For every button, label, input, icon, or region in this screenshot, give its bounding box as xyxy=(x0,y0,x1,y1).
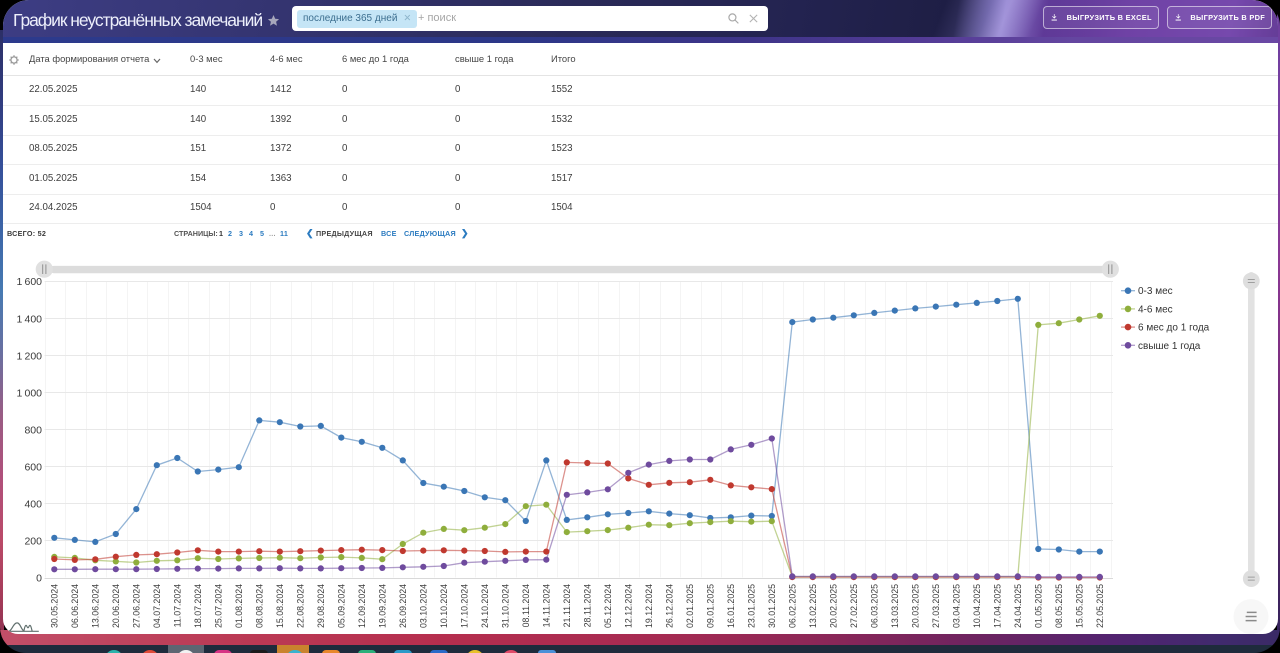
svg-text:4-6 мес: 4-6 мес xyxy=(1138,304,1173,315)
svg-text:24.04.2025: 24.04.2025 xyxy=(1013,584,1023,628)
svg-text:0: 0 xyxy=(36,573,42,585)
svg-text:06.02.2025: 06.02.2025 xyxy=(788,584,798,628)
svg-text:11.07.2024: 11.07.2024 xyxy=(173,584,183,627)
svg-text:30.01.2025: 30.01.2025 xyxy=(767,584,777,628)
svg-text:05.09.2024: 05.09.2024 xyxy=(337,584,347,628)
svg-text:600: 600 xyxy=(24,462,42,474)
svg-text:30.05.2024: 30.05.2024 xyxy=(50,584,60,628)
svg-text:02.01.2025: 02.01.2025 xyxy=(685,584,695,628)
svg-text:200: 200 xyxy=(24,536,42,548)
svg-text:22.05.2025: 22.05.2025 xyxy=(1095,584,1105,628)
svg-text:1 000: 1 000 xyxy=(17,387,43,399)
svg-text:08.08.2024: 08.08.2024 xyxy=(255,584,265,628)
svg-text:12.12.2024: 12.12.2024 xyxy=(624,584,634,628)
svg-text:27.06.2024: 27.06.2024 xyxy=(132,584,142,628)
svg-text:20.06.2024: 20.06.2024 xyxy=(111,584,121,628)
svg-text:22.08.2024: 22.08.2024 xyxy=(296,584,306,628)
svg-text:01.05.2025: 01.05.2025 xyxy=(1034,584,1044,628)
svg-text:21.11.2024: 21.11.2024 xyxy=(562,584,572,627)
svg-text:13.03.2025: 13.03.2025 xyxy=(890,584,900,628)
svg-text:15.05.2025: 15.05.2025 xyxy=(1075,584,1085,628)
svg-text:0-3 мес: 0-3 мес xyxy=(1138,286,1173,297)
svg-text:10.10.2024: 10.10.2024 xyxy=(439,584,449,628)
svg-text:28.11.2024: 28.11.2024 xyxy=(583,584,593,627)
svg-text:20.02.2025: 20.02.2025 xyxy=(829,584,839,628)
svg-text:08.05.2025: 08.05.2025 xyxy=(1054,584,1064,628)
svg-text:19.12.2024: 19.12.2024 xyxy=(644,584,654,628)
svg-text:01.08.2024: 01.08.2024 xyxy=(234,584,244,628)
svg-text:12.09.2024: 12.09.2024 xyxy=(357,584,367,628)
svg-text:16.01.2025: 16.01.2025 xyxy=(726,584,736,628)
svg-text:400: 400 xyxy=(24,499,42,511)
svg-text:27.03.2025: 27.03.2025 xyxy=(931,584,941,628)
svg-text:15.08.2024: 15.08.2024 xyxy=(275,584,285,628)
svg-text:26.09.2024: 26.09.2024 xyxy=(398,584,408,628)
svg-text:26.12.2024: 26.12.2024 xyxy=(665,584,675,628)
svg-text:800: 800 xyxy=(24,424,42,436)
svg-text:27.02.2025: 27.02.2025 xyxy=(849,584,859,628)
svg-text:24.10.2024: 24.10.2024 xyxy=(480,584,490,628)
svg-text:10.04.2025: 10.04.2025 xyxy=(972,584,982,628)
svg-text:08.11.2024: 08.11.2024 xyxy=(521,584,531,627)
svg-text:06.06.2024: 06.06.2024 xyxy=(70,584,80,628)
svg-text:13.02.2025: 13.02.2025 xyxy=(808,584,818,628)
svg-text:1 600: 1 600 xyxy=(17,276,43,288)
svg-text:6 мес до 1 года: 6 мес до 1 года xyxy=(1138,323,1210,334)
svg-text:17.04.2025: 17.04.2025 xyxy=(993,584,1003,628)
svg-text:17.10.2024: 17.10.2024 xyxy=(460,584,470,628)
svg-text:14.11.2024: 14.11.2024 xyxy=(542,584,552,627)
svg-text:свыше 1 года: свыше 1 года xyxy=(1138,341,1201,352)
svg-text:05.12.2024: 05.12.2024 xyxy=(603,584,613,628)
svg-text:04.07.2024: 04.07.2024 xyxy=(152,584,162,628)
svg-text:25.07.2024: 25.07.2024 xyxy=(214,584,224,628)
svg-text:09.01.2025: 09.01.2025 xyxy=(706,584,716,628)
svg-text:13.06.2024: 13.06.2024 xyxy=(91,584,101,628)
svg-text:20.03.2025: 20.03.2025 xyxy=(911,584,921,628)
svg-text:03.04.2025: 03.04.2025 xyxy=(952,584,962,628)
svg-text:1 400: 1 400 xyxy=(17,313,43,325)
svg-text:03.10.2024: 03.10.2024 xyxy=(419,584,429,628)
svg-text:23.01.2025: 23.01.2025 xyxy=(747,584,757,628)
svg-text:31.10.2024: 31.10.2024 xyxy=(501,584,511,628)
svg-text:29.08.2024: 29.08.2024 xyxy=(316,584,326,628)
svg-text:19.09.2024: 19.09.2024 xyxy=(378,584,388,628)
svg-text:06.03.2025: 06.03.2025 xyxy=(870,584,880,628)
svg-text:18.07.2024: 18.07.2024 xyxy=(193,584,203,628)
svg-text:1 200: 1 200 xyxy=(17,350,43,362)
